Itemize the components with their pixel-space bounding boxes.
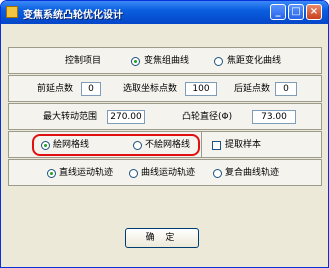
project-radio-focal-curve[interactable]: [214, 57, 223, 66]
app-icon: [6, 6, 18, 18]
select-points-field[interactable]: 100: [185, 82, 217, 96]
range-group: 最大转动范围 270.00 凸轮直径(Φ) 73.00: [8, 103, 322, 130]
project-option-focal-curve: 焦距变化曲线: [227, 56, 282, 66]
post-points-field[interactable]: 0: [275, 82, 297, 96]
title-bar[interactable]: 变焦系统凸轮优化设计 _ □ ×: [1, 1, 328, 24]
window-title: 变焦系统凸轮优化设计: [23, 10, 123, 21]
points-group: 前延点数 0 选取坐标点数 100 后延点数 0: [8, 75, 322, 102]
pre-points-field[interactable]: 0: [81, 82, 101, 96]
rotation-range-field[interactable]: 270.00: [107, 110, 145, 124]
trajectory-radio-curve[interactable]: [129, 169, 138, 178]
trajectory-radio-compound[interactable]: [213, 169, 222, 178]
maximize-icon: □: [291, 6, 301, 17]
rotation-range-label: 最大转动范围: [43, 112, 98, 122]
trajectory-option-curve: 曲线运动轨迹: [141, 168, 196, 178]
maximize-button[interactable]: □: [288, 4, 304, 20]
grid-divider: [201, 132, 202, 157]
select-points-label: 选取坐标点数: [123, 84, 178, 94]
cam-diameter-label: 凸轮直径(Φ): [182, 112, 233, 122]
minimize-icon: _: [275, 6, 281, 17]
trajectory-option-compound: 复合曲线轨迹: [225, 168, 280, 178]
trajectory-radio-linear[interactable]: [47, 169, 56, 178]
post-points-label: 后延点数: [234, 84, 271, 94]
minimize-button[interactable]: _: [270, 4, 286, 20]
close-icon: ×: [309, 6, 319, 17]
project-option-zoom-curve: 变焦组曲线: [144, 56, 190, 66]
pre-points-label: 前延点数: [37, 84, 74, 94]
project-group: 控制项目 变焦组曲线 焦距变化曲线: [8, 47, 322, 74]
project-radio-zoom-curve[interactable]: [131, 57, 140, 66]
extract-sample-label: 提取样本: [225, 140, 262, 150]
ok-button[interactable]: 确 定: [125, 228, 199, 248]
trajectory-option-linear: 直线运动轨迹: [59, 168, 114, 178]
close-button[interactable]: ×: [306, 4, 322, 20]
highlight-annotation: [32, 134, 200, 156]
project-label: 控制项目: [65, 56, 102, 66]
extract-sample-checkbox[interactable]: [212, 141, 221, 150]
trajectory-group: 直线运动轨迹 曲线运动轨迹 复合曲线轨迹: [8, 159, 322, 186]
dialog-window: 变焦系统凸轮优化设计 _ □ × 控制项目 变焦组曲线 焦距变化曲线 前延点数 …: [0, 0, 329, 268]
cam-diameter-field[interactable]: 73.00: [252, 110, 296, 124]
grid-group: 絵网格线 不絵网格线 提取样本: [8, 131, 322, 158]
